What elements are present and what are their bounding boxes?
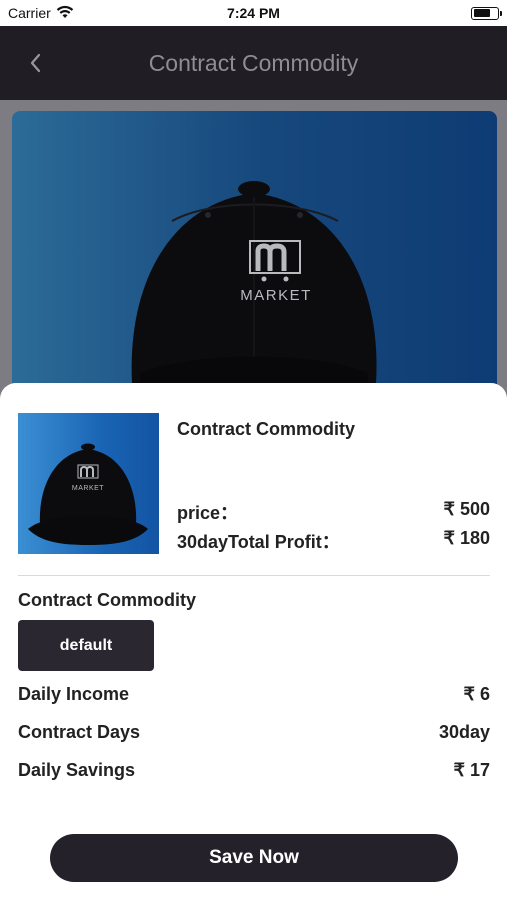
price-value: ₹ 500 <box>443 499 491 519</box>
purchase-sheet: MARKET Contract Commodity price： ₹ 500 3… <box>0 383 507 900</box>
chevron-left-icon <box>30 53 41 73</box>
detail-value: ₹ 17 <box>453 760 490 780</box>
back-button[interactable] <box>22 50 48 76</box>
detail-value: ₹ 6 <box>463 684 490 704</box>
detail-label: Contract Days <box>18 722 141 742</box>
product-hero-image: MARKET <box>12 111 497 411</box>
nav-bar: Contract Commodity <box>0 26 507 100</box>
divider <box>18 575 490 576</box>
detail-row-daily-income: Daily Income ₹ 6 <box>18 684 490 705</box>
option-default-button[interactable]: default <box>18 620 154 671</box>
total-profit-value: ₹ 180 <box>443 528 491 548</box>
page-title: Contract Commodity <box>148 49 359 76</box>
status-time: 7:24 PM <box>227 5 280 21</box>
save-now-button[interactable]: Save Now <box>50 834 458 882</box>
detail-label: Daily Savings <box>18 760 136 780</box>
detail-row-daily-savings: Daily Savings ₹ 17 <box>18 760 490 781</box>
status-left: Carrier <box>8 5 74 22</box>
wifi-icon <box>56 5 74 22</box>
detail-row-contract-days: Contract Days 30day <box>18 722 490 743</box>
status-bar: Carrier 7:24 PM <box>0 0 507 26</box>
carrier-label: Carrier <box>8 5 51 21</box>
total-profit-row: 30dayTotal Profit： ₹ 180 <box>177 528 490 554</box>
option-section-title: Contract Commodity <box>18 590 197 610</box>
battery-icon <box>471 6 502 20</box>
total-profit-label: 30dayTotal Profit： <box>177 532 340 552</box>
detail-label: Daily Income <box>18 684 130 704</box>
price-label: price： <box>177 503 239 523</box>
price-row: price： ₹ 500 <box>177 499 490 525</box>
detail-value: 30day <box>438 722 490 742</box>
hero-logo-text: MARKET <box>240 287 312 304</box>
thumb-logo-text: MARKET <box>72 485 104 492</box>
product-thumbnail: MARKET <box>18 413 159 554</box>
product-title: Contract Commodity <box>177 419 356 439</box>
